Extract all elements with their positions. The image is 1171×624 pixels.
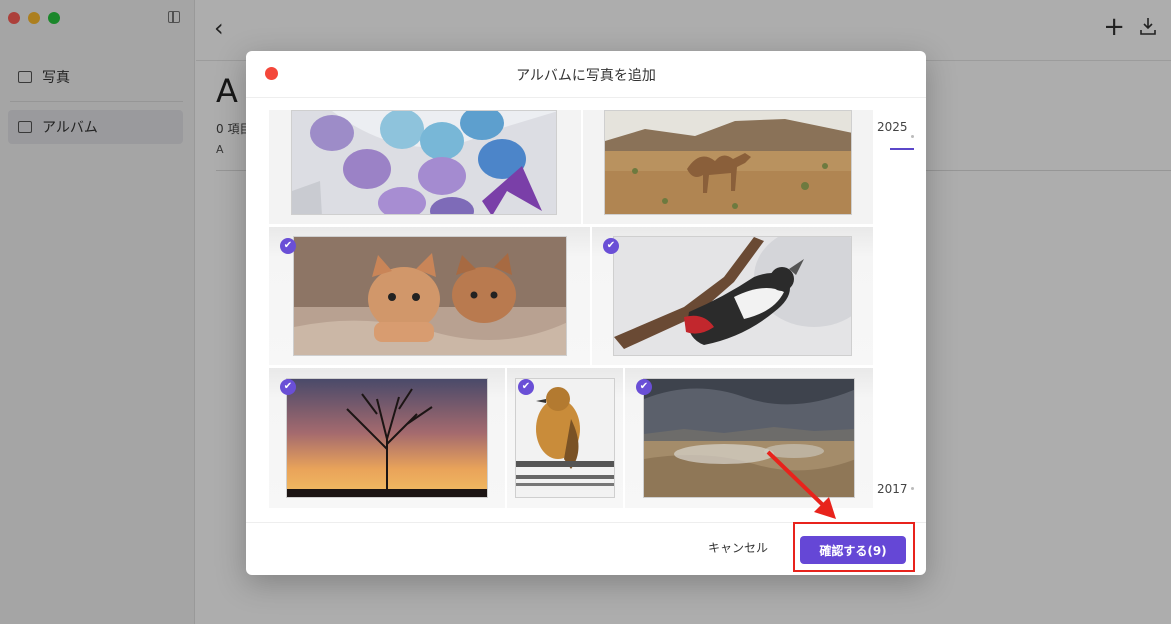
timeline-dot xyxy=(911,135,914,138)
timeline-indicator xyxy=(890,148,914,150)
photo-tile-kittens[interactable]: ✔ xyxy=(269,227,590,365)
photo-thumbnail xyxy=(613,236,852,356)
selected-check-icon[interactable]: ✔ xyxy=(636,379,652,395)
photo-thumbnail xyxy=(291,110,557,215)
photo-tile-bird-on-wire[interactable]: ✔ xyxy=(507,368,623,508)
dialog-header: アルバムに写真を追加 xyxy=(246,51,926,98)
highlight-box xyxy=(793,522,915,572)
cancel-button[interactable]: キャンセル xyxy=(698,533,778,561)
photo-tile-sunset-tree[interactable]: ✔ xyxy=(269,368,505,508)
dialog-title: アルバムに写真を追加 xyxy=(516,68,656,84)
timeline-year[interactable]: 2025 xyxy=(877,120,908,134)
photo-tile-camel-desert[interactable] xyxy=(583,110,873,224)
timeline-scrubber[interactable]: 2025 2017 xyxy=(876,111,926,511)
photo-grid: ✔ ✔ ✔ ✔ ✔ xyxy=(269,110,873,508)
timeline-year[interactable]: 2017 xyxy=(877,482,908,496)
photo-tile-easter-eggs[interactable] xyxy=(269,110,581,224)
photo-thumbnail xyxy=(293,236,567,356)
add-photos-dialog: アルバムに写真を追加 ✔ ✔ ✔ ✔ ✔ 2025 2017 キャンセル 確認す… xyxy=(246,51,926,575)
photo-thumbnail xyxy=(515,378,615,498)
selected-check-icon[interactable]: ✔ xyxy=(603,238,619,254)
timeline-dot xyxy=(911,487,914,490)
photo-tile-geothermal-landscape[interactable]: ✔ xyxy=(625,368,873,508)
selected-check-icon[interactable]: ✔ xyxy=(280,238,296,254)
photo-thumbnail xyxy=(286,378,488,498)
photo-thumbnail xyxy=(643,378,855,498)
photo-thumbnail xyxy=(604,110,852,215)
selected-check-icon[interactable]: ✔ xyxy=(518,379,534,395)
photo-tile-woodpecker[interactable]: ✔ xyxy=(592,227,873,365)
selected-check-icon[interactable]: ✔ xyxy=(280,379,296,395)
